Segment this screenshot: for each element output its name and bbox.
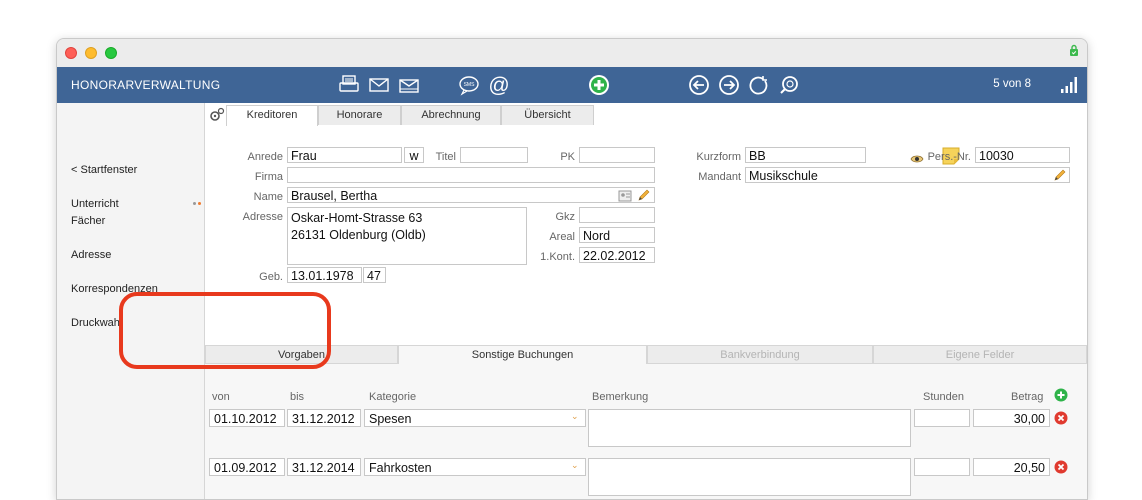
- kurzform-field[interactable]: BB: [745, 147, 866, 163]
- title-bar: [57, 39, 1087, 67]
- zoom-window-button[interactable]: [105, 47, 117, 59]
- highlight-annotation: [119, 292, 331, 369]
- app-title: HONORARVERWALTUNG: [71, 78, 221, 92]
- row-2-stunden[interactable]: [914, 458, 970, 476]
- pk-label: PK: [560, 151, 575, 163]
- geburtsdatum-label: Geb.: [259, 271, 283, 283]
- column-header-von: von: [212, 391, 230, 403]
- add-icon[interactable]: [587, 73, 611, 97]
- row-1-betrag[interactable]: 30,00: [973, 409, 1050, 427]
- edit-pencil-icon[interactable]: [637, 188, 651, 202]
- row-2-von[interactable]: 01.09.2012: [209, 458, 285, 476]
- column-header-kategorie: Kategorie: [369, 391, 417, 403]
- row-2-kategorie-chevron-down-icon[interactable]: ⌄: [571, 460, 579, 471]
- subtab-bankverbindung[interactable]: Bankverbindung: [647, 345, 873, 364]
- row-1-kategorie-chevron-down-icon[interactable]: ⌄: [571, 411, 579, 422]
- app-window: HONORARVERWALTUNG SMS @ 5 von 8 < Startf…: [56, 38, 1088, 500]
- subtab-sonstige-buchungen[interactable]: Sonstige Buchungen: [398, 345, 647, 364]
- bookings-section: Vorgaben Sonstige Buchungen Bankverbindu…: [205, 345, 1087, 499]
- column-header-bis: bis: [290, 391, 305, 403]
- mandant-edit-pencil-icon[interactable]: [1053, 168, 1067, 182]
- column-header-stunden: Stunden: [923, 391, 964, 403]
- erster-kontakt-label: 1.Kont.: [540, 251, 575, 263]
- tab-honorare[interactable]: Honorare: [318, 105, 401, 125]
- adresse-line-2: 26131 Oldenburg (Oldb): [291, 228, 426, 242]
- record-pager: 5 von 8: [993, 78, 1031, 90]
- anrede-field[interactable]: Frau: [287, 147, 402, 163]
- unread-dots: [193, 202, 196, 205]
- firma-label: Firma: [254, 171, 283, 183]
- titel-field[interactable]: [460, 147, 528, 163]
- forward-icon[interactable]: [717, 73, 741, 97]
- sms-icon[interactable]: SMS: [457, 73, 481, 97]
- row-1-kategorie[interactable]: Spesen: [364, 409, 586, 427]
- unread-dots-accent: [198, 202, 201, 205]
- personalnummer-field[interactable]: 10030: [975, 147, 1070, 163]
- titel-label: Titel: [435, 151, 456, 163]
- sidebar-item-adresse[interactable]: Adresse: [71, 247, 111, 264]
- alter-field: 47: [363, 267, 386, 283]
- lock-icon: [1070, 44, 1078, 56]
- adresse-field[interactable]: Oskar-Homt-Strasse 63 26131 Oldenburg (O…: [287, 207, 527, 265]
- main-panel: Kreditoren Honorare Abrechnung Übersicht…: [205, 103, 1087, 499]
- column-header-bemerkung: Bemerkung: [592, 391, 649, 403]
- firma-field[interactable]: [287, 167, 655, 183]
- adresse-line-1: Oskar-Homt-Strasse 63: [291, 211, 423, 225]
- mandant-field[interactable]: Musikschule: [745, 167, 1070, 183]
- sidebar-item-startfenster[interactable]: < Startfenster: [71, 162, 137, 179]
- row-2-bis[interactable]: 31.12.2014: [287, 458, 361, 476]
- anrede-label: Anrede: [247, 151, 283, 163]
- address-card-icon[interactable]: [618, 189, 632, 202]
- subtab-eigene-felder[interactable]: Eigene Felder: [873, 345, 1087, 364]
- name-label: Name: [253, 191, 283, 203]
- row-1-delete-icon[interactable]: [1054, 411, 1068, 425]
- gkz-field[interactable]: [579, 207, 655, 223]
- tab-kreditoren[interactable]: Kreditoren: [226, 105, 318, 126]
- svg-text:@: @: [488, 74, 509, 97]
- areal-field[interactable]: Nord: [579, 227, 655, 243]
- tab-uebersicht[interactable]: Übersicht: [501, 105, 594, 125]
- sidebar-item-unterricht-faecher[interactable]: Unterricht Fächer: [71, 196, 119, 230]
- erster-kontakt-field[interactable]: 22.02.2012: [579, 247, 655, 263]
- mandant-label: Mandant: [698, 171, 741, 183]
- envelope-icon[interactable]: [367, 73, 391, 97]
- adresse-label: Adresse: [242, 211, 283, 223]
- row-2-delete-icon[interactable]: [1054, 460, 1068, 474]
- booking-tabs: Vorgaben Sonstige Buchungen Bankverbindu…: [205, 345, 1087, 365]
- row-1-stunden[interactable]: [914, 409, 970, 427]
- search-icon[interactable]: [777, 73, 801, 97]
- row-1-von[interactable]: 01.10.2012: [209, 409, 285, 427]
- pk-field[interactable]: [579, 147, 655, 163]
- signal-bars-icon[interactable]: [1059, 75, 1079, 95]
- areal-label: Areal: [549, 231, 575, 243]
- row-2-betrag[interactable]: 20,50: [973, 458, 1050, 476]
- envelope-open-icon[interactable]: [397, 73, 421, 97]
- settings-gear-icon[interactable]: [208, 106, 226, 124]
- back-icon[interactable]: [687, 73, 711, 97]
- row-2-kategorie[interactable]: Fahrkosten: [364, 458, 586, 476]
- row-1-bemerkung[interactable]: [588, 409, 911, 447]
- gkz-label: Gkz: [555, 211, 575, 223]
- personalnummer-label: Pers.-Nr.: [927, 151, 971, 163]
- close-window-button[interactable]: [65, 47, 77, 59]
- row-1-bis[interactable]: 31.12.2012: [287, 409, 361, 427]
- svg-text:SMS: SMS: [464, 82, 476, 88]
- add-booking-icon[interactable]: [1054, 388, 1068, 402]
- refresh-icon[interactable]: [747, 73, 771, 97]
- column-header-betrag: Betrag: [1011, 391, 1044, 403]
- at-icon[interactable]: @: [487, 73, 511, 97]
- row-2-bemerkung[interactable]: [588, 458, 911, 496]
- sidebar-item-druckwahl[interactable]: Druckwahl: [71, 315, 122, 332]
- tab-abrechnung[interactable]: Abrechnung: [401, 105, 501, 125]
- kurzform-label: Kurzform: [696, 151, 741, 163]
- geburtsdatum-field[interactable]: 13.01.1978: [287, 267, 362, 283]
- app-header: HONORARVERWALTUNG SMS @ 5 von 8: [57, 67, 1087, 103]
- minimize-window-button[interactable]: [85, 47, 97, 59]
- name-field[interactable]: Brausel, Bertha: [287, 187, 655, 203]
- printer-icon[interactable]: [337, 73, 361, 97]
- gender-field[interactable]: w: [404, 147, 424, 163]
